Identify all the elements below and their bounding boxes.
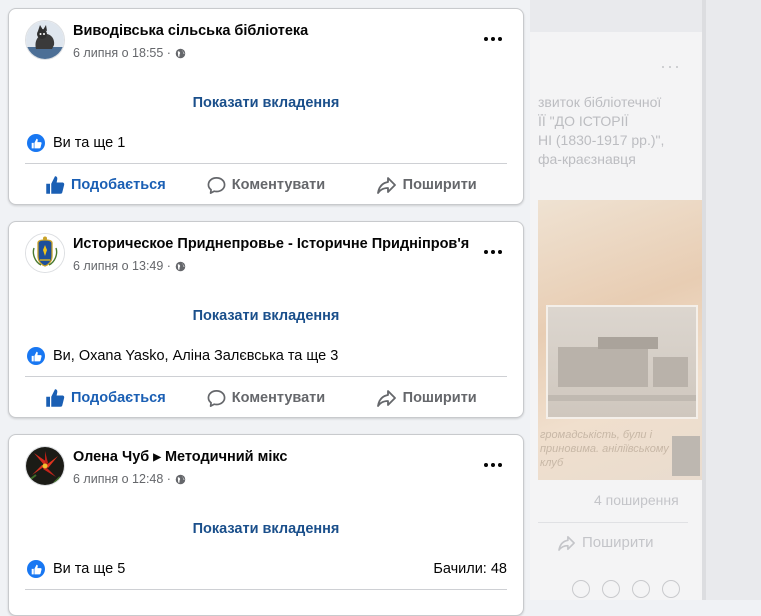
background-text-line: НІ (1830-1917 рр.)", [538, 132, 665, 148]
background-image-caption: громадськість, були і приновима. аніліїв… [540, 429, 669, 469]
caret-right-icon: ▶ [153, 452, 161, 463]
post-actions: Подобається Коментувати Поширити [25, 167, 507, 203]
post-card: Историческое Приднепровье - Історичне Пр… [8, 221, 524, 418]
like-reaction-icon [27, 560, 45, 578]
background-post-text: звиток бібліотечної ЇЇ "ДО ІСТОРІЇ НІ (1… [538, 93, 698, 169]
post-timestamp[interactable]: 6 липня о 13:49 · [73, 257, 469, 275]
post-timestamp[interactable]: 6 липня о 12:48 · [73, 470, 288, 488]
background-share-button: Поширити [558, 534, 654, 551]
post-header: Виводівська сільська бібліотека 6 липня … [25, 20, 308, 62]
gif-icon [632, 580, 650, 598]
avatar[interactable] [25, 20, 65, 60]
post-card: Олена Чуб ▶ Методичний мікс 6 липня о 12… [8, 434, 524, 616]
post-header: Историческое Приднепровье - Історичне Пр… [25, 233, 469, 275]
timestamp-text[interactable]: 6 липня о 13:49 · [73, 257, 171, 275]
divider [25, 163, 507, 164]
post-timestamp[interactable]: 6 липня о 18:55 · [73, 44, 308, 62]
share-icon [376, 177, 396, 194]
share-label: Поширити [402, 390, 477, 406]
show-attachment-link[interactable]: Показати вкладення [9, 95, 523, 111]
like-reaction-icon [27, 347, 45, 365]
background-post-image: громадськість, були і приновима. аніліїв… [538, 200, 702, 480]
post-author[interactable]: Олена Чуб ▶ Методичний мікс [73, 448, 288, 467]
show-attachment-link[interactable]: Показати вкладення [9, 308, 523, 324]
background-more-icon: ··· [660, 56, 681, 76]
comment-label: Коментувати [231, 177, 326, 193]
sticker-icon [662, 580, 680, 598]
comment-label: Коментувати [231, 390, 326, 406]
more-options-button[interactable] [481, 246, 505, 258]
share-icon [376, 390, 396, 407]
globe-icon [175, 474, 186, 484]
reactions-text[interactable]: Ви, Oxana Yasko, Аліна Залєвська та ще 3 [53, 348, 338, 364]
comment-button[interactable]: Коментувати [186, 167, 347, 203]
background-photo-print [546, 305, 698, 419]
post-card: Виводівська сільська бібліотека 6 липня … [8, 8, 524, 205]
background-image-figure [672, 436, 700, 476]
timestamp-text[interactable]: 6 липня о 12:48 · [73, 470, 171, 488]
camera-icon [602, 580, 620, 598]
avatar[interactable] [25, 446, 65, 486]
post-author[interactable]: Виводівська сільська бібліотека [73, 22, 308, 41]
background-scrollbar [702, 0, 706, 600]
share-button[interactable]: Поширити [346, 380, 507, 416]
background-text-line: звиток бібліотечної [538, 94, 662, 110]
author-name[interactable]: Историческое Приднепровье - Історичне Пр… [73, 235, 469, 254]
reactions-summary[interactable]: Ви та ще 5 [27, 560, 125, 578]
post-header: Олена Чуб ▶ Методичний мікс 6 липня о 12… [25, 446, 288, 488]
divider [25, 589, 507, 590]
post-actions: Подобається Коментувати Поширити [25, 380, 507, 416]
like-button[interactable]: Подобається [25, 167, 186, 203]
background-share-label: Поширити [582, 534, 654, 551]
like-label: Подобається [70, 177, 166, 193]
share-icon [558, 535, 575, 551]
avatar[interactable] [25, 233, 65, 273]
emoji-icon [572, 580, 590, 598]
like-reaction-icon [27, 134, 45, 152]
like-icon [46, 176, 65, 194]
author-name[interactable]: Олена Чуб [73, 448, 149, 467]
share-button[interactable]: Поширити [346, 167, 507, 203]
like-button[interactable]: Подобається [25, 380, 186, 416]
background-text-line: фа-краєзнавця [538, 151, 636, 167]
like-label: Подобається [70, 390, 166, 406]
timestamp-text[interactable]: 6 липня о 18:55 · [73, 44, 171, 62]
group-name[interactable]: Методичний мікс [165, 448, 288, 467]
comment-icon [207, 176, 226, 194]
author-name[interactable]: Виводівська сільська бібліотека [73, 22, 308, 41]
like-icon [46, 389, 65, 407]
more-options-button[interactable] [481, 459, 505, 471]
reactions-text[interactable]: Ви та ще 1 [53, 135, 125, 151]
reactions-summary[interactable]: Ви та ще 1 [27, 134, 125, 152]
views-count[interactable]: Бачили: 48 [433, 561, 507, 577]
background-divider [538, 522, 688, 523]
comment-icon [207, 389, 226, 407]
more-options-button[interactable] [481, 33, 505, 45]
reactions-summary[interactable]: Ви, Oxana Yasko, Аліна Залєвська та ще 3 [27, 347, 338, 365]
background-text-line: ЇЇ "ДО ІСТОРІЇ [538, 113, 629, 129]
globe-icon [175, 261, 186, 271]
share-label: Поширити [402, 177, 477, 193]
post-author[interactable]: Историческое Приднепровье - Історичне Пр… [73, 235, 469, 254]
background-shares-count: 4 поширення [594, 492, 679, 508]
divider [25, 376, 507, 377]
globe-icon [175, 48, 186, 58]
show-attachment-link[interactable]: Показати вкладення [9, 521, 523, 537]
background-composer-icons [572, 580, 680, 598]
comment-button[interactable]: Коментувати [186, 380, 347, 416]
reactions-text[interactable]: Ви та ще 5 [53, 561, 125, 577]
